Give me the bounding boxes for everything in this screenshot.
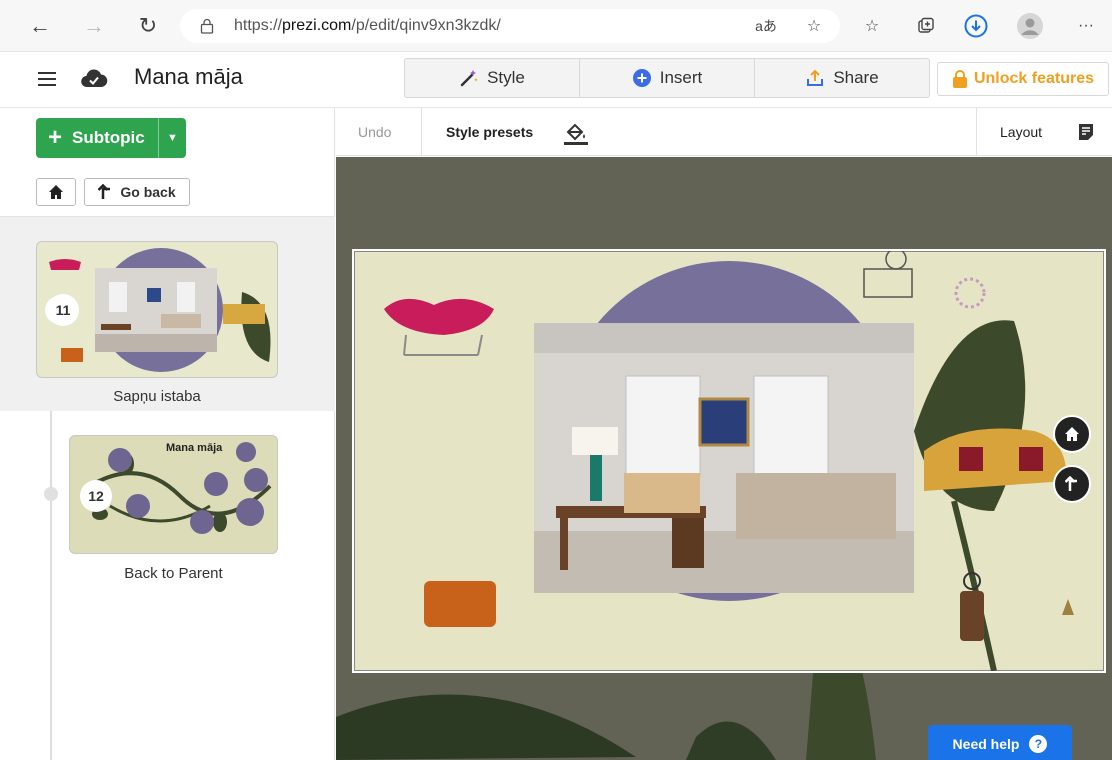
toolbar-divider [421, 108, 422, 156]
home-view-button[interactable] [1053, 415, 1091, 453]
more-options-icon[interactable]: ··· [1072, 12, 1100, 40]
go-up-button[interactable] [1053, 465, 1091, 503]
app-header: Mana māja Style Insert Share Unlock feat… [0, 52, 1112, 108]
unlock-label: Unlock features [973, 70, 1095, 87]
tab-style-label: Style [487, 68, 525, 87]
toolbar-divider [976, 108, 977, 156]
question-icon: ? [1029, 735, 1048, 753]
home-icon [49, 185, 63, 199]
url-text: https://prezi.com/p/edit/qinv9xn3kzdk/ [234, 17, 501, 34]
tree-node-dot [44, 487, 58, 501]
presentation-title[interactable]: Mana māja [134, 64, 243, 90]
chevron-down-icon[interactable]: ▼ [158, 118, 186, 158]
upload-icon [807, 69, 824, 86]
plus-circle-icon [632, 69, 651, 87]
cloud-saved-icon [81, 69, 108, 88]
slide-caption-12: Back to Parent [124, 565, 223, 582]
magic-wand-icon [460, 70, 478, 87]
add-subtopic-button[interactable]: + Subtopic ▼ [36, 118, 186, 158]
hamburger-menu-icon[interactable] [38, 72, 56, 86]
lock-icon [200, 18, 214, 34]
browser-toolbar: ← → ↻ https://prezi.com/p/edit/qinv9xn3k… [0, 0, 1112, 52]
turn-up-arrow-icon [1065, 476, 1077, 491]
padlock-icon [952, 70, 967, 88]
collections-icon[interactable] [912, 12, 940, 40]
home-button[interactable] [36, 178, 76, 206]
tab-style[interactable]: Style [405, 59, 580, 97]
tab-share-label: Share [833, 68, 879, 87]
slide-number-badge: 12 [80, 480, 112, 512]
need-help-label: Need help [952, 736, 1020, 752]
tree-connector [50, 411, 52, 760]
turn-up-arrow-icon [98, 184, 111, 199]
subtopic-label: Subtopic [72, 128, 145, 147]
home-icon [1065, 427, 1079, 441]
slide-artwork [384, 251, 1074, 671]
undo-button[interactable]: Undo [358, 124, 391, 140]
go-back-button[interactable]: Go back [84, 178, 190, 206]
unlock-features-button[interactable]: Unlock features [937, 62, 1109, 96]
plus-icon: + [47, 124, 62, 151]
slide-thumbnail-11[interactable]: 11 [36, 241, 278, 378]
tab-insert[interactable]: Insert [580, 59, 755, 97]
favorite-add-icon[interactable]: ☆ [800, 12, 828, 40]
favorites-icon[interactable]: ☆ [858, 12, 886, 40]
sub-toolbar: Undo Style presets Layout [336, 108, 1112, 156]
slide-thumbnail-12[interactable]: Mana māja 12 [69, 435, 278, 554]
main-tabs: Style Insert Share [404, 58, 930, 98]
sidebar: + Subtopic ▼ Go back 11 Sapņu istaba Man… [0, 108, 335, 760]
refresh-icon[interactable]: ↻ [134, 12, 162, 40]
download-icon[interactable] [962, 12, 990, 40]
go-back-label: Go back [120, 184, 176, 200]
need-help-button[interactable]: Need help ? [928, 725, 1072, 760]
current-slide[interactable] [352, 249, 1106, 673]
slide-number-badge: 11 [47, 294, 79, 326]
presentation-canvas[interactable]: Need help ? [336, 157, 1112, 760]
thumbnail-title: Mana māja [166, 442, 223, 454]
style-presets-button[interactable]: Style presets [446, 124, 533, 140]
slide-caption-11: Sapņu istaba [113, 388, 201, 405]
address-bar[interactable]: https://prezi.com/p/edit/qinv9xn3kzdk/ [180, 9, 840, 43]
tab-share[interactable]: Share [755, 59, 929, 97]
profile-avatar-icon[interactable] [1016, 12, 1044, 40]
notes-icon[interactable] [1076, 122, 1096, 142]
layout-button[interactable]: Layout [1000, 124, 1042, 140]
back-arrow-icon[interactable]: ← [26, 12, 54, 40]
paint-bucket-icon[interactable] [562, 120, 590, 146]
tab-insert-label: Insert [659, 68, 703, 87]
read-aloud-icon[interactable]: aあ [752, 12, 780, 40]
forward-arrow-icon[interactable]: → [80, 12, 108, 40]
